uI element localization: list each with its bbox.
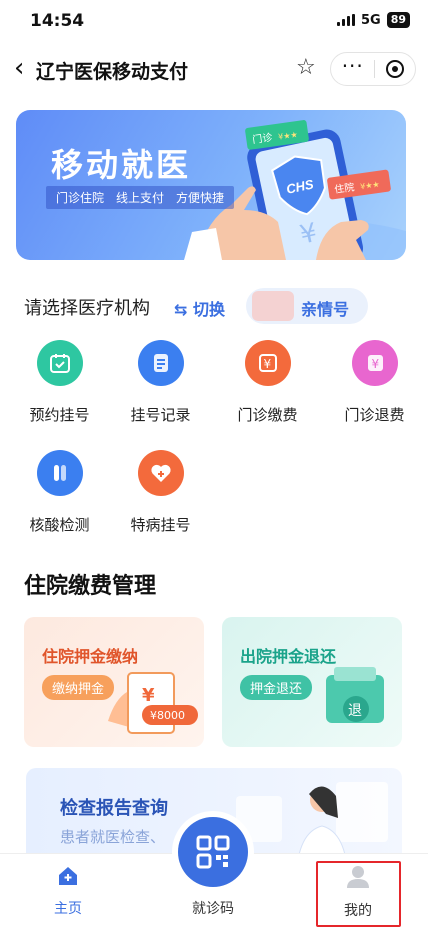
deposit-yuan-symbol: ¥ bbox=[142, 685, 155, 706]
mini-program-capsule: ··· bbox=[330, 52, 416, 86]
payment-icon: ¥ bbox=[244, 340, 291, 386]
family-account-button[interactable]: 亲情号 bbox=[246, 288, 368, 324]
home-icon bbox=[59, 867, 77, 885]
service-registration-record[interactable]: 挂号记录 bbox=[107, 340, 214, 425]
switch-button[interactable]: ⇆ 切换 bbox=[174, 296, 225, 320]
star-icon[interactable]: ☆ bbox=[296, 55, 316, 80]
heart-plus-icon bbox=[137, 450, 184, 496]
service-special-disease[interactable]: 特病挂号 bbox=[107, 450, 214, 535]
tab-qr-label: 就诊码 bbox=[192, 901, 234, 917]
qr-code-icon bbox=[196, 835, 230, 869]
qr-code-button[interactable] bbox=[178, 817, 248, 887]
chevron-left-icon[interactable]: ‹ bbox=[14, 54, 24, 82]
institution-label[interactable]: 请选择医疗机构 bbox=[24, 294, 150, 320]
service-outpatient-refund[interactable]: ¥ 门诊退费 bbox=[321, 340, 428, 425]
battery-icon: 89 bbox=[386, 12, 410, 28]
banner[interactable]: CHS ¥ 门诊 ¥★★ 住院 ¥★★ 移动就医 门诊住院 线上支付 方便快捷 bbox=[16, 110, 406, 260]
deposit-amount: ¥8000 bbox=[150, 709, 185, 722]
banner-tag: 门诊住院 bbox=[56, 191, 105, 205]
tab-home-label: 主页 bbox=[54, 901, 82, 917]
service-label: 预约挂号 bbox=[29, 406, 90, 424]
refund-badge: 退 bbox=[348, 703, 362, 719]
banner-tag: 方便快捷 bbox=[176, 191, 225, 205]
refund-card[interactable]: 出院押金退还 押金退还 退 bbox=[222, 617, 402, 747]
network-label: 5G bbox=[360, 12, 381, 28]
highlight-box bbox=[316, 861, 401, 927]
svg-text:¥: ¥ bbox=[371, 357, 379, 371]
signal-icon bbox=[336, 14, 355, 26]
svg-text:¥: ¥ bbox=[263, 357, 271, 371]
page-title: 辽宁医保移动支付 bbox=[36, 61, 189, 83]
service-label: 门诊缴费 bbox=[237, 406, 298, 424]
tab-qr-label-wrap[interactable]: 就诊码 bbox=[163, 898, 263, 918]
service-outpatient-payment[interactable]: ¥ 门诊缴费 bbox=[214, 340, 321, 425]
institution-selector: 请选择医疗机构 ⇆ 切换 亲情号 bbox=[24, 286, 414, 326]
family-account-label: 亲情号 bbox=[301, 300, 350, 319]
banner-title: 移动就医 bbox=[51, 146, 192, 184]
test-tube-icon bbox=[36, 450, 83, 496]
status-indicators: 5G 89 bbox=[336, 12, 410, 28]
tab-home[interactable]: 主页 bbox=[18, 864, 118, 918]
document-icon bbox=[137, 340, 184, 386]
service-label: 特病挂号 bbox=[130, 516, 191, 534]
service-label: 挂号记录 bbox=[130, 406, 191, 424]
deposit-illustration: ¥ ¥8000 bbox=[108, 672, 198, 734]
banner-tags: 门诊住院 线上支付 方便快捷 bbox=[46, 186, 235, 209]
service-nucleic-test[interactable]: 核酸检测 bbox=[6, 450, 113, 535]
status-bar: 14:54 5G 89 bbox=[0, 0, 428, 44]
service-appointment[interactable]: 预约挂号 bbox=[6, 340, 113, 425]
close-icon[interactable] bbox=[375, 60, 415, 78]
inpatient-heading: 住院缴费管理 bbox=[24, 574, 157, 599]
status-time: 14:54 bbox=[30, 11, 85, 31]
service-label: 门诊退费 bbox=[344, 406, 405, 424]
more-icon[interactable]: ··· bbox=[331, 56, 374, 76]
banner-tag: 线上支付 bbox=[116, 191, 165, 205]
nav-bar: ‹ 辽宁医保移动支付 ☆ ··· bbox=[0, 44, 428, 94]
service-label: 核酸检测 bbox=[29, 516, 90, 534]
calendar-icon bbox=[36, 340, 83, 386]
deposit-card[interactable]: 住院押金缴纳 缴纳押金 ¥ ¥8000 bbox=[24, 617, 204, 747]
family-avatar-icon bbox=[252, 291, 294, 321]
refund-illustration: 退 bbox=[326, 667, 384, 723]
refund-icon: ¥ bbox=[351, 340, 398, 386]
